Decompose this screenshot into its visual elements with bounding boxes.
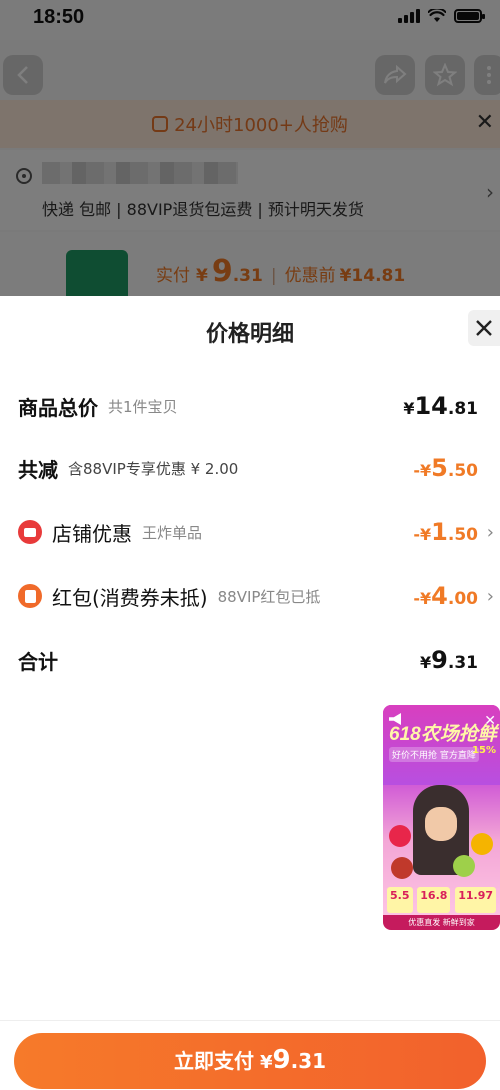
row-amount: ¥ 14 .81 xyxy=(403,392,478,420)
ad-price: 16.8 xyxy=(417,887,451,913)
amount-yen: -¥ xyxy=(413,589,432,608)
ad-percent: 15% xyxy=(472,745,496,756)
amount-dec: .50 xyxy=(447,525,478,545)
bottom-bar: 立即支付 ¥ 9 .31 xyxy=(0,1020,500,1090)
amount-dec: .31 xyxy=(447,653,478,673)
row-sub: 王炸单品 xyxy=(142,523,203,542)
row-label: 店铺优惠 xyxy=(52,521,132,546)
chevron-right-icon: › xyxy=(486,585,494,607)
row-label: 合计 xyxy=(18,649,58,674)
ad-fruit xyxy=(391,857,413,879)
close-icon xyxy=(476,320,492,336)
ad-price-tags: 5.5 16.8 11.97 xyxy=(383,887,500,913)
pay-dec: .31 xyxy=(290,1049,327,1073)
row-amount: -¥ 4 .00 xyxy=(413,582,478,610)
row-total-discount: 共减 含88VIP专享优惠 ¥ 2.00 -¥ 5 .50 xyxy=(18,448,492,488)
ad-footer: 优惠直发 新鲜到家 xyxy=(383,915,500,930)
shop-icon xyxy=(18,520,42,544)
row-red-packet[interactable]: 红包(消费券未抵) 88VIP红包已抵 -¥ 4 .00 › xyxy=(18,576,494,616)
row-label: 红包(消费券未抵) xyxy=(52,585,208,610)
amount-dec: .50 xyxy=(447,461,478,481)
modal-overlay[interactable] xyxy=(0,0,500,300)
row-label: 共减 xyxy=(18,457,58,482)
amount-yen: ¥ xyxy=(403,399,415,418)
amount-yen: -¥ xyxy=(413,525,432,544)
chevron-right-icon: › xyxy=(486,521,494,543)
pay-label: 立即支付 xyxy=(173,1049,254,1073)
ad-fruit xyxy=(471,833,493,855)
row-goods-total: 商品总价 共1件宝贝 ¥ 14 .81 xyxy=(18,386,492,426)
pay-int: 9 xyxy=(272,1045,291,1075)
amount-int: 9 xyxy=(431,646,448,674)
row-label: 商品总价 xyxy=(18,395,98,420)
row-sub: 共1件宝贝 xyxy=(108,397,178,416)
ad-subtitle-text: 好价不用抢 xyxy=(392,751,438,761)
price-detail-sheet: 价格明细 商品总价 共1件宝贝 ¥ 14 .81 共减 含88VIP专享优惠 ¥… xyxy=(0,296,500,1090)
ad-fruit xyxy=(389,825,411,847)
sheet-title: 价格明细 xyxy=(205,322,294,347)
row-amount: ¥ 9 .31 xyxy=(420,646,478,674)
row-sub: 88VIP红包已抵 xyxy=(217,587,321,606)
ad-fruit xyxy=(453,855,475,877)
row-grand-total: 合计 ¥ 9 .31 xyxy=(18,640,492,680)
ad-price: 5.5 xyxy=(387,887,413,913)
ad-title: 618农场抢鲜 xyxy=(389,724,497,745)
ad-price: 11.97 xyxy=(455,887,496,913)
pay-yen: ¥ xyxy=(259,1052,273,1073)
amount-int: 14 xyxy=(414,392,448,420)
amount-yen: ¥ xyxy=(420,653,432,672)
amount-int: 5 xyxy=(431,454,448,482)
close-button[interactable] xyxy=(468,310,500,346)
pay-now-button[interactable]: 立即支付 ¥ 9 .31 xyxy=(14,1033,486,1089)
row-sub: 含88VIP专享优惠 ¥ 2.00 xyxy=(68,459,239,478)
red-packet-icon xyxy=(18,584,42,608)
ad-subtitle: 好价不用抢 官方直降 xyxy=(389,747,479,762)
amount-dec: .00 xyxy=(447,589,478,609)
amount-int: 4 xyxy=(431,582,448,610)
amount-int: 1 xyxy=(431,518,448,546)
row-amount: -¥ 1 .50 xyxy=(413,518,478,546)
amount-dec: .81 xyxy=(447,399,478,419)
ad-official-text: 官方直降 xyxy=(439,751,476,761)
amount-yen: -¥ xyxy=(413,461,432,480)
row-amount: -¥ 5 .50 xyxy=(413,454,478,482)
floating-video-ad[interactable]: ✕ 618农场抢鲜 好价不用抢 官方直降 15% 5.5 16.8 11.97 … xyxy=(383,705,500,930)
row-shop-discount[interactable]: 店铺优惠 王炸单品 -¥ 1 .50 › xyxy=(18,512,494,552)
